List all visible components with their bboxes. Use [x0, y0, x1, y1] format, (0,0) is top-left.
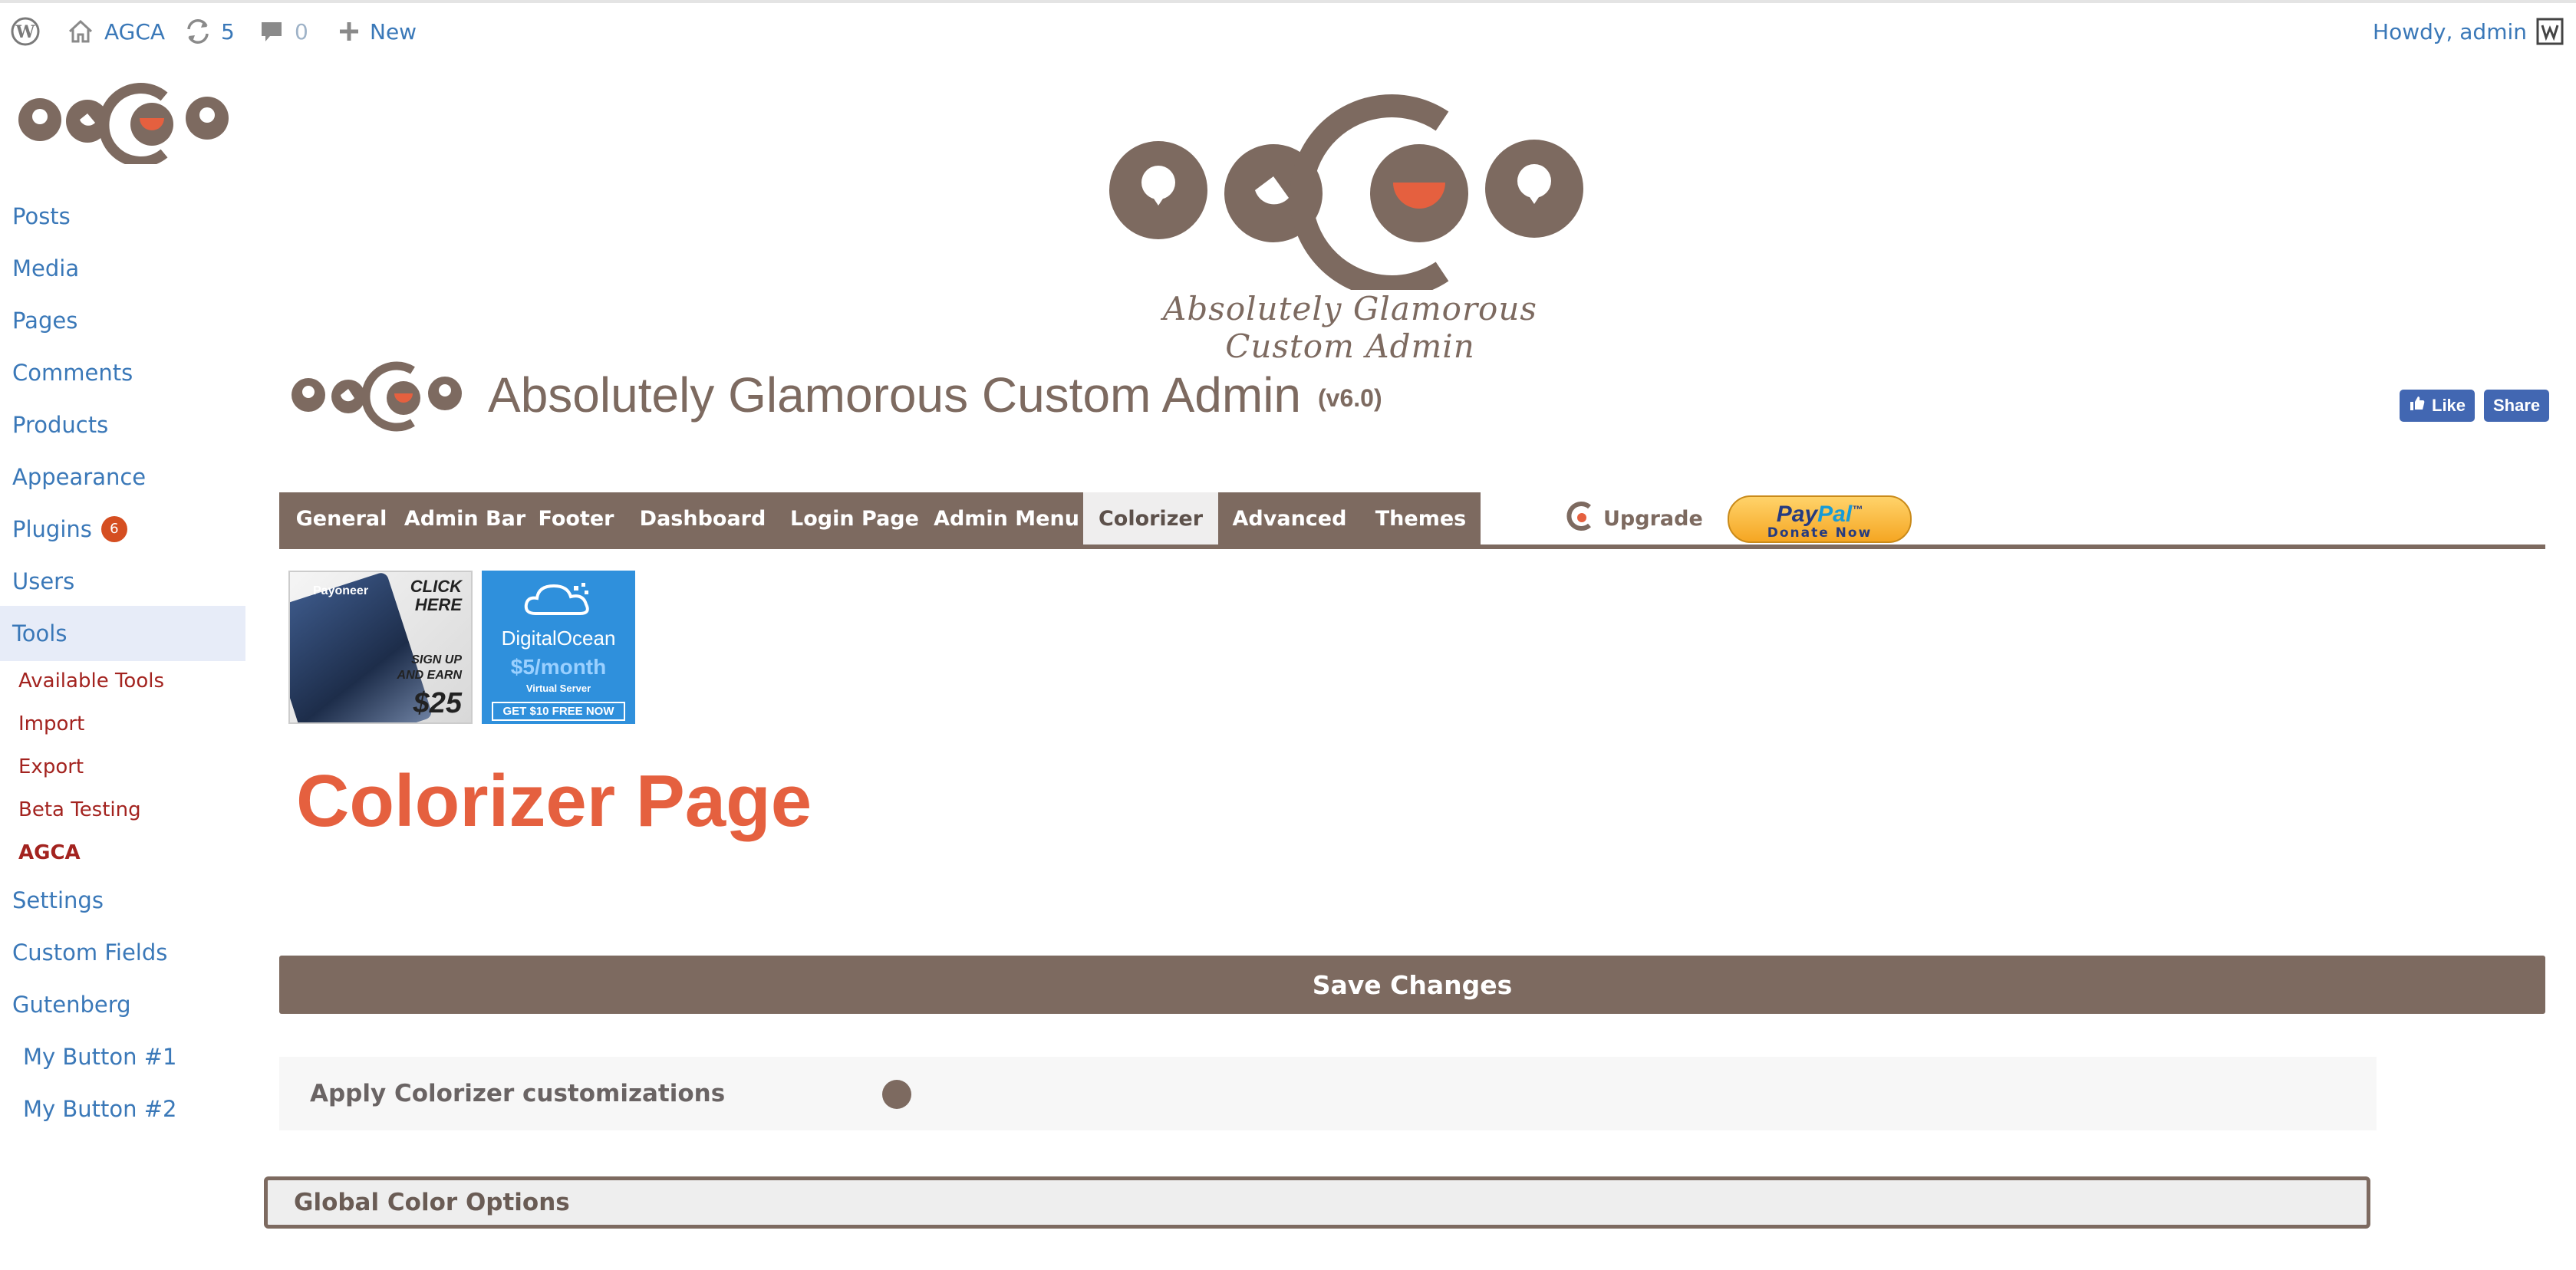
tab-footer[interactable]: Footer — [526, 492, 626, 545]
submenu-agca[interactable]: AGCA — [18, 837, 81, 868]
agca-sidebar-logo — [14, 74, 232, 167]
updates-count: 5 — [221, 18, 235, 44]
payoneer-signup-text: SIGN UP — [411, 653, 462, 666]
tab-admin-menu[interactable]: Admin Menu — [930, 492, 1083, 545]
tab-colorizer[interactable]: Colorizer — [1083, 492, 1218, 545]
save-changes-button[interactable]: Save Changes — [279, 956, 2545, 1014]
admin-bar: W AGCA 5 0 New Howdy, admin — [0, 0, 2576, 55]
plugin-title: Absolutely Glamorous Custom Admin — [488, 367, 1301, 423]
payoneer-banner[interactable]: Payoneer CLICK HERE SIGN UP AND EARN $25 — [288, 571, 473, 724]
upgrade-label: Upgrade — [1603, 506, 1703, 531]
digitalocean-cloud-icon — [482, 580, 635, 625]
sidebar-item-comments[interactable]: Comments — [12, 356, 133, 390]
wordpress-logo-icon[interactable]: W — [11, 15, 40, 48]
sidebar-item-appearance[interactable]: Appearance — [12, 460, 146, 494]
agca-small-logo — [290, 355, 465, 435]
updates-icon — [184, 18, 212, 44]
paypal-donate-label: Donate Now — [1767, 525, 1873, 541]
plus-icon — [338, 20, 361, 43]
sidebar-item-settings[interactable]: Settings — [12, 883, 104, 917]
sidebar-item-label: Plugins — [12, 516, 92, 542]
agca-c-icon — [1565, 501, 1596, 537]
tab-admin-bar[interactable]: Admin Bar — [404, 492, 526, 545]
svg-text:W: W — [15, 22, 35, 42]
paypal-donate-button[interactable]: PayPal™ Donate Now — [1728, 495, 1912, 543]
digitalocean-cta: GET $10 FREE NOW — [492, 702, 625, 721]
digitalocean-banner[interactable]: DigitalOcean $5/month Virtual Server GET… — [482, 571, 635, 724]
tab-general[interactable]: General — [279, 492, 404, 545]
sidebar-item-gutenberg[interactable]: Gutenberg — [12, 988, 131, 1022]
sidebar-item-tools[interactable]: Tools — [0, 606, 245, 661]
apply-colorizer-toggle[interactable] — [882, 1080, 911, 1109]
new-content-link[interactable]: New — [338, 15, 417, 48]
submenu-import[interactable]: Import — [18, 709, 84, 739]
global-color-options-section[interactable]: Global Color Options — [264, 1176, 2370, 1229]
plugin-version: (v6.0) — [1318, 383, 1382, 412]
sidebar-item-my-button-2[interactable]: My Button #2 — [23, 1092, 177, 1126]
payoneer-here-text: HERE — [414, 595, 462, 614]
my-account-link[interactable]: Howdy, admin — [2373, 15, 2564, 48]
new-label: New — [370, 18, 417, 44]
sidebar-item-pages[interactable]: Pages — [12, 304, 77, 337]
submenu-export[interactable]: Export — [18, 752, 84, 782]
tab-upgrade[interactable]: Upgrade — [1565, 492, 1703, 545]
home-icon — [68, 19, 94, 44]
sidebar-item-my-button-1[interactable]: My Button #1 — [23, 1040, 177, 1074]
sidebar-item-users[interactable]: Users — [12, 564, 74, 598]
plugins-update-badge: 6 — [100, 516, 127, 542]
digitalocean-brand: DigitalOcean — [501, 627, 616, 650]
admin-sidebar: Posts Media Pages Comments Products Appe… — [0, 55, 245, 1270]
thumbs-up-icon — [2409, 395, 2426, 416]
sidebar-item-media[interactable]: Media — [12, 252, 79, 285]
tab-dashboard[interactable]: Dashboard — [626, 492, 779, 545]
payoneer-amount: $25 — [413, 687, 462, 719]
comments-count: 0 — [295, 18, 308, 44]
plugin-title-row: Absolutely Glamorous Custom Admin (v6.0) — [290, 353, 1382, 437]
comment-bubble-icon — [259, 19, 284, 44]
site-home-link[interactable]: AGCA — [68, 15, 165, 48]
apply-colorizer-label: Apply Colorizer customizations — [310, 1080, 726, 1107]
paypal-logo-pal: Pal — [1817, 501, 1853, 527]
sidebar-item-custom-fields[interactable]: Custom Fields — [12, 936, 167, 969]
page-title: Colorizer Page — [296, 760, 812, 842]
facebook-like-button[interactable]: Like — [2400, 390, 2476, 422]
facebook-like-label: Like — [2432, 396, 2466, 415]
tab-advanced[interactable]: Advanced — [1218, 492, 1361, 545]
sidebar-item-products[interactable]: Products — [12, 408, 108, 442]
tab-login-page[interactable]: Login Page — [779, 492, 930, 545]
submenu-available-tools[interactable]: Available Tools — [18, 666, 164, 696]
sidebar-item-posts[interactable]: Posts — [12, 199, 71, 233]
paypal-logo-pay: Pay — [1776, 501, 1818, 527]
sidebar-item-plugins[interactable]: Plugins 6 — [12, 512, 127, 546]
site-name: AGCA — [104, 18, 166, 44]
digitalocean-subtitle: Virtual Server — [525, 683, 591, 694]
submenu-beta-testing[interactable]: Beta Testing — [18, 795, 141, 825]
payoneer-brand: Payoneer — [313, 584, 369, 597]
settings-tabs: General Admin Bar Footer Dashboard Login… — [279, 492, 2545, 549]
digitalocean-price: $5/month — [510, 655, 607, 679]
payoneer-click-text: CLICK — [410, 577, 462, 596]
avatar — [2536, 18, 2564, 45]
paypal-logo: PayPal™ — [1777, 498, 1863, 525]
comments-link[interactable]: 0 — [259, 15, 308, 48]
agca-main-logo — [1097, 90, 1603, 298]
paypal-trademark: ™ — [1852, 502, 1863, 515]
global-color-options-label: Global Color Options — [294, 1189, 570, 1216]
howdy-text: Howdy, admin — [2373, 18, 2527, 44]
updates-link[interactable]: 5 — [184, 15, 235, 48]
facebook-share-button[interactable]: Share — [2484, 390, 2550, 422]
apply-colorizer-row: Apply Colorizer customizations — [279, 1057, 2377, 1130]
payoneer-earn-text: AND EARN — [397, 669, 462, 682]
tab-themes[interactable]: Themes — [1361, 492, 1481, 545]
